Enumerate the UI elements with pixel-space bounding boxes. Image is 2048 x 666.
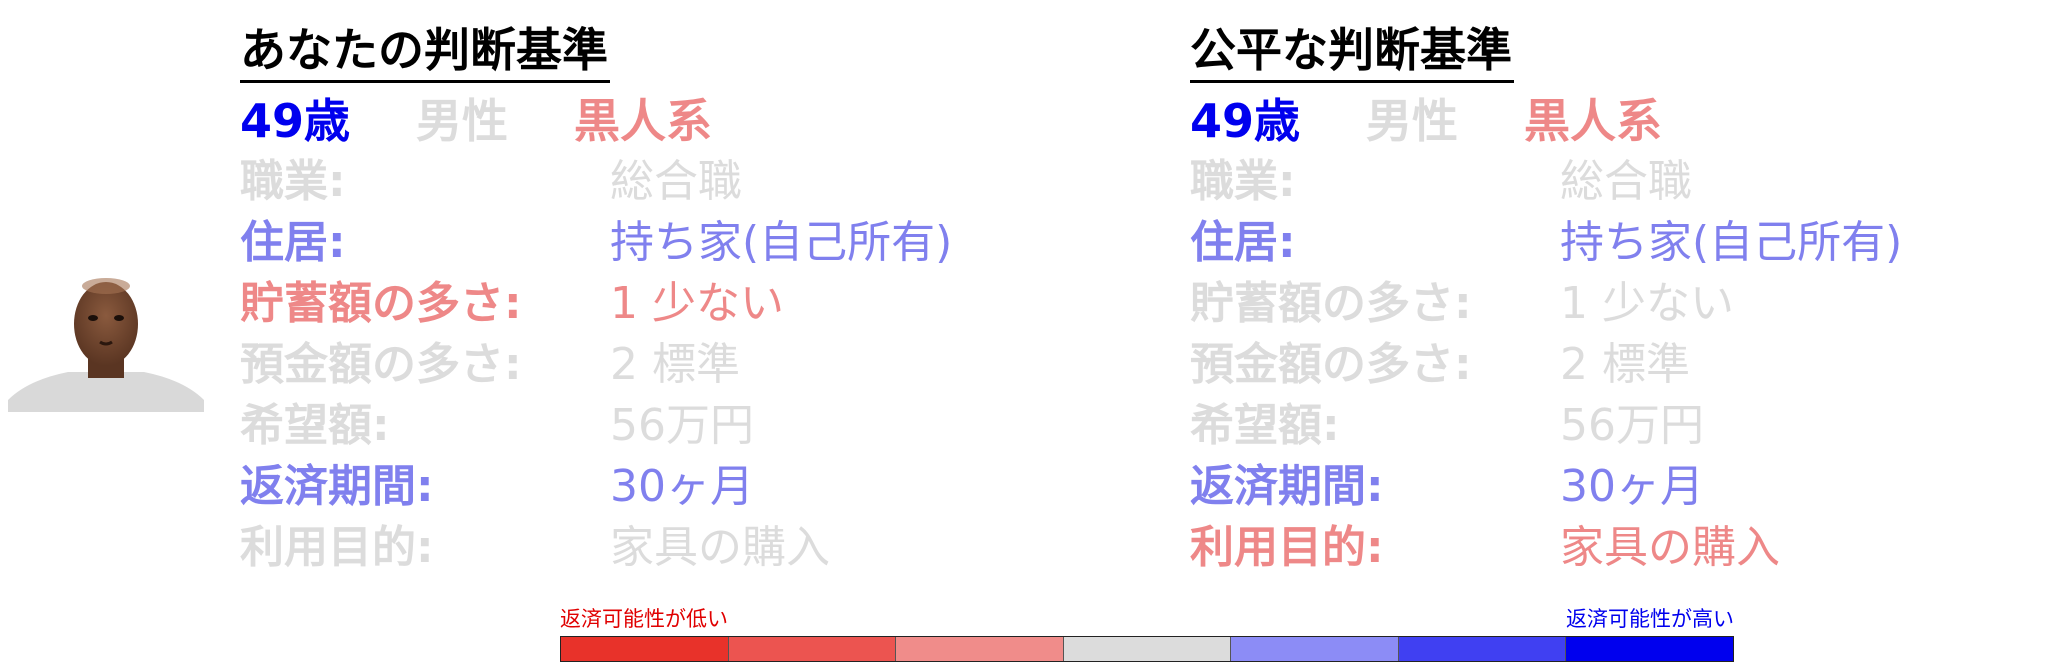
- panel-title: 公平な判断基準: [1190, 20, 1514, 83]
- row-housing: 住居: 持ち家(自己所有): [1190, 212, 1902, 273]
- label: 利用目的:: [240, 522, 434, 573]
- row-savings: 貯蓄額の多さ: 1 少ない: [1190, 273, 1734, 334]
- label: 貯蓄額の多さ:: [1190, 278, 1472, 329]
- row-housing: 住居: 持ち家(自己所有): [240, 212, 952, 273]
- scale-segment: [1398, 637, 1567, 661]
- demographics: 49歳 男性 黒人系: [1190, 91, 1712, 151]
- row-occupation: 職業: 総合職: [240, 151, 762, 212]
- value: 家具の購入: [1560, 522, 1780, 573]
- value: 56万円: [1560, 400, 1704, 451]
- value: 1 少ない: [610, 278, 784, 329]
- scale-segment: [561, 637, 729, 661]
- race: 黒人系: [1524, 94, 1663, 148]
- value: 56万円: [610, 400, 754, 451]
- scale-segment: [1231, 637, 1399, 661]
- color-scale: [560, 636, 1734, 662]
- row-repayment-period: 返済期間: 30ヶ月: [1190, 456, 1712, 517]
- value: 家具の購入: [610, 522, 830, 573]
- label: 希望額:: [1190, 400, 1340, 451]
- row-desired-amount: 希望額: 56万円: [240, 395, 762, 456]
- age: 49歳: [1190, 94, 1301, 148]
- label: 返済期間:: [240, 461, 434, 512]
- scale-segment: [896, 637, 1064, 661]
- label: 利用目的:: [1190, 522, 1384, 573]
- row-occupation: 職業: 総合職: [1190, 151, 1712, 212]
- row-desired-amount: 希望額: 56万円: [1190, 395, 1712, 456]
- race: 黒人系: [574, 94, 713, 148]
- row-deposit: 預金額の多さ: 2 標準: [1190, 334, 1712, 395]
- value: 総合職: [1560, 156, 1692, 207]
- your-criteria-panel: あなたの判断基準 49歳 男性 黒人系 職業: 総合職 住居: 持ち家(自己所有…: [240, 20, 952, 578]
- value: 2 標準: [1560, 339, 1690, 390]
- label: 預金額の多さ:: [1190, 339, 1472, 390]
- row-savings: 貯蓄額の多さ: 1 少ない: [240, 273, 784, 334]
- row-purpose: 利用目的: 家具の購入: [1190, 517, 1780, 578]
- value: 2 標準: [610, 339, 740, 390]
- label: 職業:: [240, 156, 346, 207]
- label: 職業:: [1190, 156, 1296, 207]
- row-deposit: 預金額の多さ: 2 標準: [240, 334, 762, 395]
- sex: 男性: [416, 94, 509, 148]
- value: 30ヶ月: [1560, 461, 1704, 512]
- label: 返済期間:: [1190, 461, 1384, 512]
- scale-segment: [1566, 637, 1734, 661]
- value: 1 少ない: [1560, 278, 1734, 329]
- label: 住居:: [240, 217, 346, 268]
- scale-low-label: 返済可能性が低い: [560, 607, 728, 631]
- scale-segment: [1063, 637, 1232, 661]
- value: 持ち家(自己所有): [610, 217, 953, 268]
- label: 預金額の多さ:: [240, 339, 522, 390]
- sex: 男性: [1366, 94, 1459, 148]
- age: 49歳: [240, 94, 351, 148]
- label: 希望額:: [240, 400, 390, 451]
- label: 住居:: [1190, 217, 1296, 268]
- demographics: 49歳 男性 黒人系: [240, 91, 762, 151]
- scale-segment: [728, 637, 897, 661]
- value: 30ヶ月: [610, 461, 754, 512]
- value: 持ち家(自己所有): [1560, 217, 1903, 268]
- avatar: [8, 278, 204, 412]
- value: 総合職: [610, 156, 742, 207]
- panel-title: あなたの判断基準: [240, 20, 610, 83]
- row-repayment-period: 返済期間: 30ヶ月: [240, 456, 762, 517]
- scale-high-label: 返済可能性が高い: [1566, 607, 1734, 631]
- row-purpose: 利用目的: 家具の購入: [240, 517, 830, 578]
- fair-criteria-panel: 公平な判断基準 49歳 男性 黒人系 職業: 総合職 住居: 持ち家(自己所有)…: [1190, 20, 1902, 578]
- label: 貯蓄額の多さ:: [240, 278, 522, 329]
